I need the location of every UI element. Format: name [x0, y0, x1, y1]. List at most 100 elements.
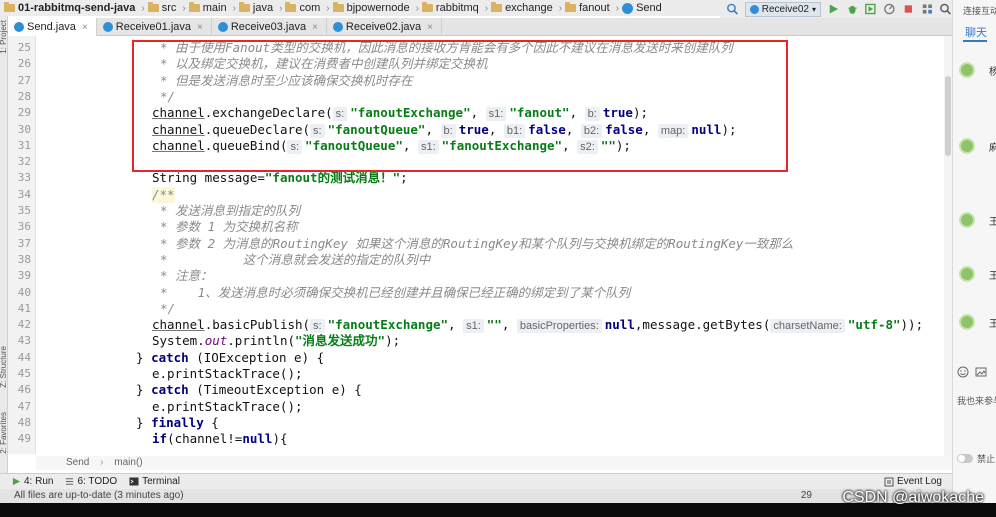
class-icon [332, 22, 343, 32]
line-number: 42 [17, 318, 31, 332]
run-config-selector[interactable]: Receive02 ▾ [744, 1, 821, 17]
avatar [959, 212, 975, 228]
code-line-43: System.out.println("消息发送成功"); [152, 333, 401, 349]
left-tool-strip: 1: Project Z: Structure 2: Favorites [0, 16, 8, 473]
code-line-26: * 以及绑定交换机，建议在消费者中创建队列并绑定交换机 [160, 56, 488, 72]
code-line-27: * 但是发送消息时至少应该确保交换机时存在 [160, 72, 413, 88]
line-number: 29 [17, 106, 31, 120]
project-tool-button[interactable]: 1: Project [0, 20, 8, 54]
search-icon[interactable] [726, 2, 739, 16]
line-number: 30 [17, 122, 31, 136]
image-icon[interactable] [975, 366, 987, 378]
breadcrumb-main[interactable]: main [188, 2, 227, 14]
breadcrumb-com[interactable]: com [285, 2, 320, 14]
code-line-36: * 参数 1 为交换机名称 [160, 219, 298, 235]
run-icon [12, 477, 21, 486]
folder-icon [332, 2, 344, 12]
chat-panel-header: 连接互动 [963, 6, 996, 16]
terminal-tool-button[interactable]: Terminal [129, 476, 180, 487]
code-line-46: } catch (TimeoutException e) { [136, 382, 362, 398]
chat-user[interactable]: 王 [959, 314, 996, 330]
code-line-42: channel.basicPublish(s: "fanoutExchange",… [152, 317, 924, 334]
avatar [959, 314, 975, 330]
watermark: CSDN @aiwokache [842, 489, 984, 506]
emoji-icon[interactable] [957, 366, 969, 378]
breadcrumb-send[interactable]: Send [622, 2, 662, 14]
chat-user[interactable]: 王 [959, 212, 996, 228]
line-number: 41 [17, 301, 31, 315]
code-line-41: */ [160, 300, 176, 316]
line-number: 39 [17, 269, 31, 283]
line-number: 43 [17, 334, 31, 348]
chevron-down-icon: ▾ [811, 4, 816, 14]
scrollbar-thumb[interactable] [945, 76, 951, 156]
chat-mute-toggle[interactable]: 禁止 [957, 452, 995, 465]
editor-scrollbar[interactable] [944, 36, 952, 456]
status-bar: All files are up-to-date (3 minutes ago)… [0, 489, 952, 503]
favorites-tool-button[interactable]: 2: Favorites [0, 412, 8, 454]
run-icon[interactable] [827, 2, 840, 16]
code-editor[interactable]: * 由于使用Fanout类型的交换机，因此消息的接收方肯能会有多个因此不建议在消… [40, 36, 948, 454]
close-icon[interactable]: × [82, 22, 88, 33]
code-line-28: */ [160, 88, 176, 104]
breadcrumb-src[interactable]: src [147, 2, 176, 14]
toggle-switch[interactable] [957, 454, 973, 463]
breadcrumb-rabbitmq[interactable]: rabbitmq [421, 2, 479, 14]
breadcrumb-java[interactable]: java [238, 2, 273, 14]
folder-icon [285, 2, 297, 12]
breadcrumb-exchange[interactable]: exchange [491, 2, 553, 14]
list-icon [66, 478, 74, 485]
folder-icon [421, 2, 433, 12]
line-number: 32 [17, 155, 31, 169]
stop-icon[interactable] [902, 2, 915, 16]
close-icon[interactable]: × [312, 22, 318, 33]
line-number: 31 [17, 138, 31, 152]
debug-icon[interactable] [846, 2, 859, 16]
profile-icon[interactable] [883, 2, 896, 16]
editor-breadcrumb: Send › main() [36, 456, 952, 470]
chat-user[interactable]: 杨 [959, 62, 996, 78]
editor-crumb-class[interactable]: Send [66, 457, 89, 468]
tab-receive02-java[interactable]: Receive02.java × [327, 18, 442, 36]
line-number: 26 [17, 57, 31, 71]
coverage-icon[interactable] [864, 2, 877, 16]
chat-user[interactable]: 王 [959, 266, 996, 282]
breadcrumb-project[interactable]: 01-rabbitmq-send-java [4, 2, 135, 14]
chat-input[interactable]: 我也来参与... [957, 394, 996, 407]
tool-window-bar: 4: Run 6: TODO Terminal Event Log [0, 473, 952, 489]
line-number: 33 [17, 171, 31, 185]
line-number: 36 [17, 220, 31, 234]
close-icon[interactable]: × [197, 22, 203, 33]
status-message: All files are up-to-date (3 minutes ago) [14, 490, 184, 501]
breadcrumb: 01-rabbitmq-send-java › src › main › java › … [0, 0, 720, 16]
class-icon [217, 22, 228, 32]
todo-tool-button[interactable]: 6: TODO [65, 476, 117, 487]
run-tool-button[interactable]: 4: Run [12, 476, 53, 487]
cursor-position[interactable]: 29 [801, 489, 812, 503]
breadcrumb-bjpowernode[interactable]: bjpowernode [332, 2, 410, 14]
line-number: 48 [17, 415, 31, 429]
chevron-right-icon: › [141, 2, 145, 14]
editor-crumb-method[interactable]: main() [114, 457, 142, 468]
structure-tool-button[interactable]: Z: Structure [0, 346, 8, 388]
tab-receive03-java[interactable]: Receive03.java × [212, 18, 327, 36]
code-line-44: } catch (IOException e) { [136, 349, 325, 365]
chat-user[interactable]: 麻 [959, 138, 996, 154]
event-log-button[interactable]: Event Log [884, 476, 942, 487]
close-icon[interactable]: × [427, 22, 433, 33]
chevron-right-icon: › [558, 2, 563, 14]
main-toolbar: Receive02 ▾ [720, 0, 952, 18]
tab-receive01-java[interactable]: Receive01.java × [97, 18, 212, 36]
line-number: 35 [17, 204, 31, 217]
project-structure-icon[interactable] [921, 2, 934, 16]
chevron-right-icon: › [232, 2, 236, 14]
search-everywhere-icon[interactable] [939, 2, 952, 16]
terminal-icon [129, 477, 139, 486]
line-number: 45 [17, 367, 31, 380]
tab-send-java[interactable]: Send.java × [8, 18, 97, 36]
code-line-30: channel.queueDeclare(s: "fanoutQueue", b:… [152, 121, 737, 138]
code-line-40: * 1、发送消息时必须确保交换机已经创建并且确保已经正确的绑定到了某个队列 [160, 284, 631, 300]
breadcrumb-fanout[interactable]: fanout [565, 2, 610, 14]
tab-chat[interactable]: 聊天 [965, 24, 987, 40]
line-number: 25 [17, 41, 31, 54]
